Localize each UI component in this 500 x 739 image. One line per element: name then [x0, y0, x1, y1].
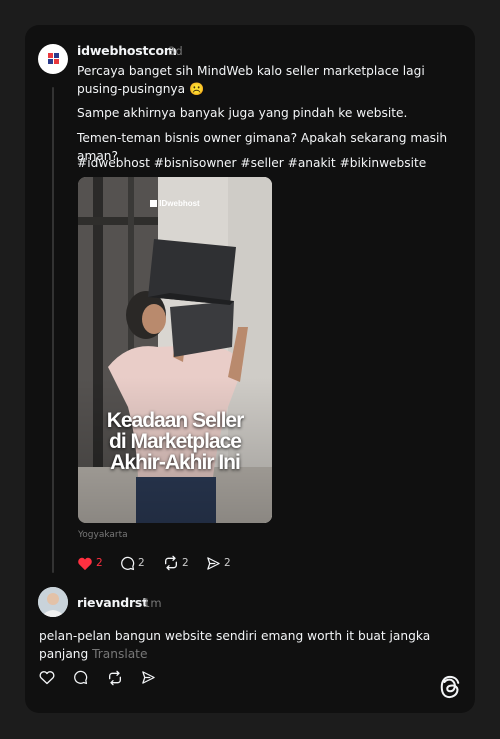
- translate-link[interactable]: Translate: [92, 647, 147, 661]
- brand-logo-icon: [150, 200, 158, 207]
- heart-icon: [39, 671, 55, 685]
- share-button[interactable]: 2: [206, 554, 231, 572]
- reply-username[interactable]: rievandrst: [77, 595, 148, 610]
- thread-connector-line: [52, 87, 54, 573]
- post-timestamp: 3d: [168, 44, 183, 58]
- post-text-paragraph-2: Sampe akhirnya banyak juga yang pindah k…: [77, 106, 408, 120]
- post-media-image[interactable]: IDwebhost Keadaan Seller di Marketplace …: [78, 177, 272, 523]
- post-hashtags[interactable]: #idwebhost #bisnisowner #seller #anakit …: [77, 154, 462, 172]
- comment-icon: [74, 670, 88, 685]
- repost-count: 2: [182, 557, 189, 569]
- reply-like-button[interactable]: [39, 670, 55, 690]
- reply-repost-button[interactable]: [107, 670, 123, 691]
- comment-icon: [121, 556, 135, 570]
- reply-comment-button[interactable]: [73, 670, 88, 690]
- share-count: 2: [224, 557, 231, 569]
- reply-author-avatar[interactable]: [38, 587, 68, 617]
- threads-logo-icon[interactable]: [439, 675, 461, 704]
- like-button[interactable]: 2: [77, 554, 103, 572]
- repost-icon: [165, 555, 177, 571]
- media-overlay-title: Keadaan Seller di Marketplace Akhir-Akhi…: [106, 409, 245, 474]
- repost-icon: [109, 670, 121, 686]
- reply-share-button[interactable]: [141, 670, 156, 690]
- thread-card: idwebhostcom 3d Percaya banget sih MindW…: [25, 25, 475, 713]
- share-icon: [142, 671, 155, 684]
- reply-text: pelan-pelan bangun website sendiri emang…: [39, 627, 439, 663]
- heart-icon: [78, 557, 92, 570]
- author-avatar[interactable]: [38, 44, 68, 74]
- post-location[interactable]: Yogyakarta: [78, 530, 128, 540]
- repost-button[interactable]: 2: [163, 554, 189, 572]
- like-count: 2: [96, 557, 103, 569]
- comment-count: 2: [138, 557, 145, 569]
- comment-button[interactable]: 2: [120, 554, 145, 572]
- reply-timestamp: 1m: [143, 596, 162, 610]
- media-brand-watermark: IDwebhost: [78, 199, 272, 208]
- share-icon: [207, 556, 220, 570]
- post-text-paragraph-1: Percaya banget sih MindWeb kalo seller m…: [77, 64, 425, 96]
- post-username[interactable]: idwebhostcom: [77, 43, 177, 58]
